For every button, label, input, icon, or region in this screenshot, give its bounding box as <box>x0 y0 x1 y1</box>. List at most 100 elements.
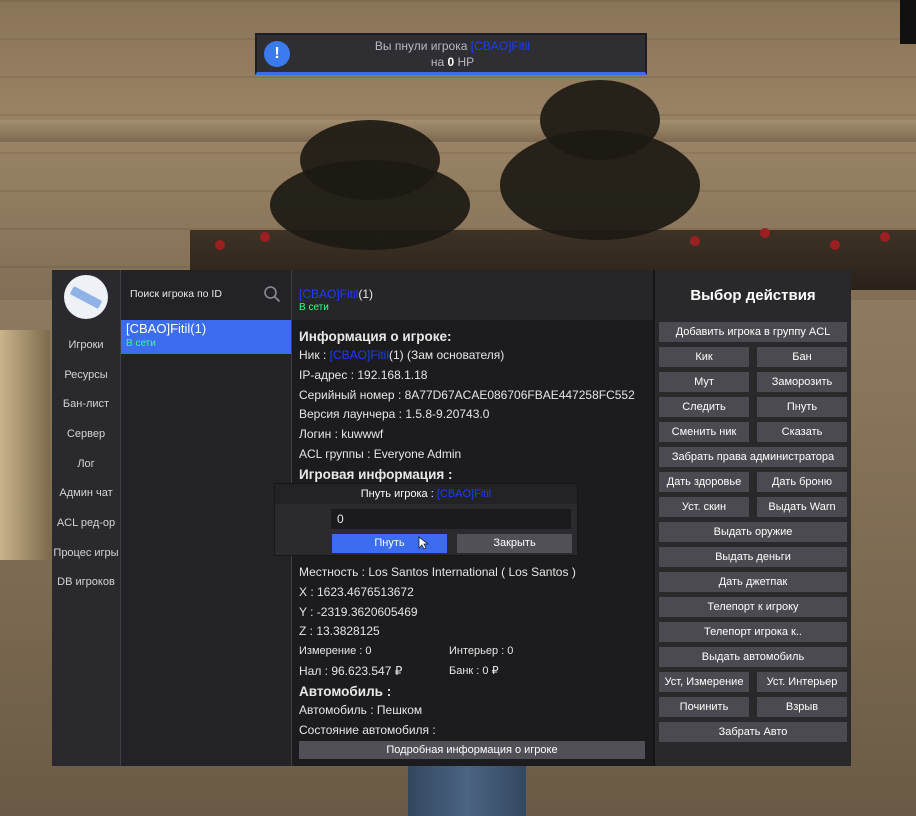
sidebar-item-log[interactable]: Лог <box>52 449 121 479</box>
action-row: Починить Взрыв <box>659 697 847 717</box>
sidebar-item-player-db[interactable]: DB игроков <box>52 568 121 598</box>
sidebar: Игроки Ресурсы Бан-лист Сервер Лог Админ… <box>52 270 121 766</box>
row-dimension-interior: Измерение : 0 Интерьер : 0 <box>299 642 646 662</box>
slap-button[interactable]: Пнуть <box>757 397 847 417</box>
row-ip: IP-адрес : 192.168.1.18 <box>299 367 428 382</box>
kick-button[interactable]: Кик <box>659 347 749 367</box>
set-interior-button[interactable]: Уст. Интерьер <box>757 672 847 692</box>
notification-line2-prefix: на <box>430 54 445 69</box>
sidebar-item-players[interactable]: Игроки <box>52 330 121 360</box>
row-location: Местность : Los Santos International ( L… <box>299 564 576 579</box>
set-dimension-button[interactable]: Уст, Измерение <box>659 672 749 692</box>
kick-confirm-button[interactable]: Пнуть <box>332 534 447 553</box>
palm-leaves-left-top <box>300 120 440 200</box>
details-button[interactable]: Подробная информация о игроке <box>299 741 645 759</box>
row-vehicle: Автомобиль : Пешком <box>299 702 423 717</box>
actions-panel: Выбор действия Добавить игрока в группу … <box>653 270 851 766</box>
info-header: [CBAO]Fitil(1) В сети <box>292 270 653 320</box>
add-to-acl-button[interactable]: Добавить игрока в группу ACL <box>659 322 847 342</box>
sidebar-item-admin-chat[interactable]: Админ чат <box>52 478 121 508</box>
take-vehicle-button[interactable]: Забрать Авто <box>659 722 847 742</box>
row-z: Z : 13.3828125 <box>299 624 380 639</box>
player-status: В сети <box>126 338 156 349</box>
mute-button[interactable]: Мут <box>659 372 749 392</box>
kick-dialog-title: Пнуть игрока : [CBAO]Fitil <box>275 484 577 504</box>
give-jetpack-button[interactable]: Дать джетпак <box>659 572 847 592</box>
notification-prefix: Вы пнули игрока <box>374 38 468 53</box>
spectate-button[interactable]: Следить <box>659 397 749 417</box>
header-id: (1) <box>358 287 374 301</box>
give-money-button[interactable]: Выдать деньги <box>659 547 847 567</box>
freeze-button[interactable]: Заморозить <box>757 372 847 392</box>
teleport-to-player-button[interactable]: Телепорт к игроку <box>659 597 847 617</box>
kick-dialog: Пнуть игрока : [CBAO]Fitil 0 Пнуть Закры… <box>274 483 578 556</box>
player-list-panel: Поиск игрока по ID [CBAO]Fitil(1) В сети <box>121 270 292 766</box>
give-vehicle-button[interactable]: Выдать автомобиль <box>659 647 847 667</box>
say-button[interactable]: Сказать <box>757 422 847 442</box>
action-row: Дать здоровье Дать броню <box>659 472 847 492</box>
nick-label: Ник : <box>299 348 327 362</box>
explode-button[interactable]: Взрыв <box>757 697 847 717</box>
actions-title: Выбор действия <box>690 287 816 304</box>
logo-mark <box>69 285 103 309</box>
player-search[interactable]: Поиск игрока по ID <box>121 270 291 318</box>
section-vehicle: Автомобиль : <box>299 683 392 699</box>
sidebar-menu: Игроки Ресурсы Бан-лист Сервер Лог Админ… <box>52 330 121 597</box>
give-health-button[interactable]: Дать здоровье <box>659 472 749 492</box>
row-x: X : 1623.4676513672 <box>299 584 414 599</box>
nick-value: [CBAO]Fitil <box>329 348 389 362</box>
row-y: Y : -2319.3620605469 <box>299 604 418 619</box>
change-nick-button[interactable]: Сменить ник <box>659 422 749 442</box>
give-warn-button[interactable]: Выдать Warn <box>757 497 847 517</box>
flower <box>830 240 840 250</box>
give-armor-button[interactable]: Дать броню <box>757 472 847 492</box>
row-vehicle-state: Состояние автомобиля : <box>299 722 436 737</box>
search-icon[interactable] <box>263 285 281 303</box>
notification-text: Вы пнули игрока [CBAO]Fitil на 0 HP <box>290 38 645 70</box>
flower <box>260 232 270 242</box>
sidebar-item-resources[interactable]: Ресурсы <box>52 360 121 390</box>
sidebar-item-acl-editor[interactable]: ACL ред-ор <box>52 508 121 538</box>
flower <box>215 240 225 250</box>
flower <box>690 236 700 246</box>
set-skin-button[interactable]: Уст. скин <box>659 497 749 517</box>
palm-leaves-right-top <box>540 80 660 160</box>
screen-corner <box>900 0 916 44</box>
avatar <box>64 275 108 319</box>
cash-value: Нал : 96.623.547 ₽ <box>299 663 403 678</box>
dimension-value: Измерение : 0 <box>299 645 372 658</box>
search-label: Поиск игрока по ID <box>130 288 222 300</box>
interior-value: Интерьер : 0 <box>449 645 514 658</box>
action-row: Уст, Измерение Уст. Интерьер <box>659 672 847 692</box>
kick-amount-input[interactable]: 0 <box>331 509 571 529</box>
header-nick: [CBAO]Fitil <box>299 287 359 301</box>
row-launcher: Версия лаунчера : 1.5.8-9.20743.0 <box>299 407 490 422</box>
notification-amount: 0 <box>447 54 455 69</box>
kick-dialog-title-prefix: Пнуть игрока : <box>360 488 434 500</box>
revoke-admin-button[interactable]: Забрать права администратора <box>659 447 847 467</box>
flower <box>760 228 770 238</box>
ban-button[interactable]: Бан <box>757 347 847 367</box>
flower <box>880 232 890 242</box>
lamp-post <box>0 330 50 560</box>
sidebar-item-banlist[interactable]: Бан-лист <box>52 389 121 419</box>
wall-band <box>0 120 916 142</box>
header-status: В сети <box>299 302 329 313</box>
action-row: Кик Бан <box>659 347 847 367</box>
give-weapon-button[interactable]: Выдать оружие <box>659 522 847 542</box>
row-nick: Ник : [CBAO]Fitil(1) (Зам основателя) <box>299 346 646 366</box>
mouse-cursor-icon <box>418 536 429 550</box>
nick-suffix: (1) (Зам основателя) <box>388 348 505 362</box>
header-nick-line: [CBAO]Fitil(1) <box>299 287 646 301</box>
player-character <box>408 762 526 816</box>
section-game-info: Игровая информация : <box>299 466 453 482</box>
row-login: Логин : kuwwwf <box>299 427 384 442</box>
sidebar-item-server[interactable]: Сервер <box>52 419 121 449</box>
teleport-player-to-button[interactable]: Телепорт игрока к.. <box>659 622 847 642</box>
repair-button[interactable]: Починить <box>659 697 749 717</box>
player-list-item[interactable]: [CBAO]Fitil(1) В сети <box>121 320 291 354</box>
player-name: [CBAO]Fitil(1) <box>126 321 207 336</box>
sidebar-item-game-process[interactable]: Процес игры <box>52 538 121 568</box>
kick-close-button[interactable]: Закрыть <box>457 534 572 553</box>
row-serial: Серийный номер : 8A77D67ACAE086706FBAE44… <box>299 387 635 402</box>
